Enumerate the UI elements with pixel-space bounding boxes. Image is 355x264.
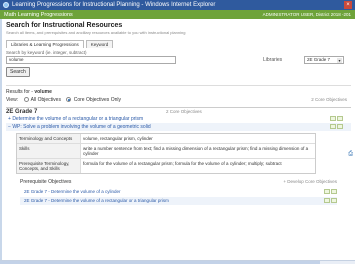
user-info[interactable]: ADMINISTRATOR USER, District 2018 -201 <box>263 12 351 17</box>
detail-value: write a number sentence from text; find … <box>83 146 309 156</box>
detail-value: volume, rectangular prism, cylinder <box>83 136 153 141</box>
libraries-select[interactable]: 2E Grade 7 ▾ <box>304 56 344 64</box>
objective-label[interactable]: Determine the volume of a rectangular or… <box>12 116 143 122</box>
search-row: volume Libraries 2E Grade 7 ▾ <box>6 56 351 67</box>
radio-core-label[interactable]: Core Objectives Only <box>74 97 121 103</box>
grade-header: 2E Grade 7 2 Core Objectives <box>6 107 351 115</box>
objective-label[interactable]: WP: Solve a problem involving the volume… <box>12 124 150 130</box>
detail-row: Terminology and Concepts volume, rectang… <box>17 134 315 144</box>
resource-icon[interactable] <box>337 116 343 121</box>
window-titlebar: Learning Progressions for Instructional … <box>0 0 355 10</box>
resource-icon[interactable] <box>330 124 336 129</box>
libraries-selected-value: 2E Grade 7 <box>307 57 331 62</box>
chevron-down-icon[interactable]: ▾ <box>337 58 342 63</box>
grade-count: 2 Core Objectives <box>166 109 202 114</box>
results-keyword: volume <box>34 89 52 95</box>
results-heading: Results for - volume <box>6 89 351 95</box>
detail-label: Terminology and Concepts <box>17 134 81 143</box>
resource-icon[interactable] <box>324 198 330 203</box>
detail-row: Skills write a number sentence from text… <box>17 144 315 159</box>
radio-all-label[interactable]: All Objectives <box>31 97 61 103</box>
resource-icon[interactable] <box>337 124 343 129</box>
window-title: Learning Progressions for Instructional … <box>12 2 216 8</box>
objective-row[interactable]: − WP: Solve a problem involving the volu… <box>6 123 351 131</box>
search-input[interactable]: volume <box>6 56 176 64</box>
prerequisite-row[interactable]: 2E Grade 7 - Determine the volume of a r… <box>20 197 337 205</box>
resource-icon[interactable] <box>324 189 330 194</box>
prerequisite-row[interactable]: 2E Grade 7 - Determine the volume of a c… <box>20 188 337 196</box>
objective-row[interactable]: + Determine the volume of a rectangular … <box>6 115 351 123</box>
resource-icon[interactable] <box>330 116 336 121</box>
close-icon[interactable]: × <box>344 1 352 9</box>
detail-label: Skills <box>17 144 81 158</box>
resource-icon[interactable] <box>331 189 337 194</box>
prerequisite-heading: Prerequisite Objectives <box>20 179 72 185</box>
browser-icon <box>3 2 9 8</box>
app-name: Math Learning Progressions <box>4 11 73 18</box>
tab-keyword[interactable]: Keyword <box>85 40 114 48</box>
divider <box>6 85 351 86</box>
objective-actions <box>329 124 343 129</box>
prerequisite-actions <box>323 189 337 194</box>
detail-row: Prerequisite Terminology, Concepts, and … <box>17 159 315 173</box>
page-subtitle: Search all items, and prerequisites and … <box>6 30 186 35</box>
app-header: Math Learning Progressions ADMINISTRATOR… <box>0 10 355 19</box>
objective-details: Terminology and Concepts volume, rectang… <box>16 133 316 174</box>
view-label: View: <box>6 97 19 103</box>
detail-value: formula for the volume of a rectangular … <box>83 161 282 166</box>
page-title: Search for Instructional Resources <box>6 22 123 29</box>
radio-core-objectives[interactable] <box>66 97 72 103</box>
prerequisite-header: Prerequisite Objectives + Develop Core O… <box>20 179 337 187</box>
horizontal-scrollbar[interactable] <box>0 260 355 264</box>
results-prefix: Results for - <box>6 89 33 95</box>
develop-core-link[interactable]: + Develop Core Objectives <box>283 179 337 184</box>
prerequisite-actions <box>323 198 337 203</box>
search-label: Search by keyword (ie. integer, subtract… <box>6 50 87 55</box>
view-filter: View: All Objectives Core Objectives Onl… <box>6 97 351 105</box>
print-icon[interactable]: ⎙ <box>348 151 353 158</box>
search-button[interactable]: Search <box>6 67 30 77</box>
detail-label: Prerequisite Terminology, Concepts, and … <box>17 159 81 173</box>
tab-libraries[interactable]: Libraries & Learning Progressions <box>6 40 84 48</box>
collapse-icon[interactable]: − <box>8 124 11 130</box>
radio-all-objectives[interactable] <box>23 97 29 103</box>
libraries-label: Libraries <box>263 57 283 63</box>
prerequisite-label[interactable]: 2E Grade 7 - Determine the volume of a c… <box>24 189 121 194</box>
prerequisite-label[interactable]: 2E Grade 7 - Determine the volume of a r… <box>24 198 169 203</box>
expand-icon[interactable]: + <box>8 116 11 122</box>
search-tabs: Libraries & Learning Progressions Keywor… <box>6 40 351 48</box>
objective-actions <box>329 116 343 121</box>
main-content: Search for Instructional Resources Searc… <box>0 19 355 264</box>
resource-icon[interactable] <box>331 198 337 203</box>
core-count: 2 Core Objectives <box>311 97 347 102</box>
